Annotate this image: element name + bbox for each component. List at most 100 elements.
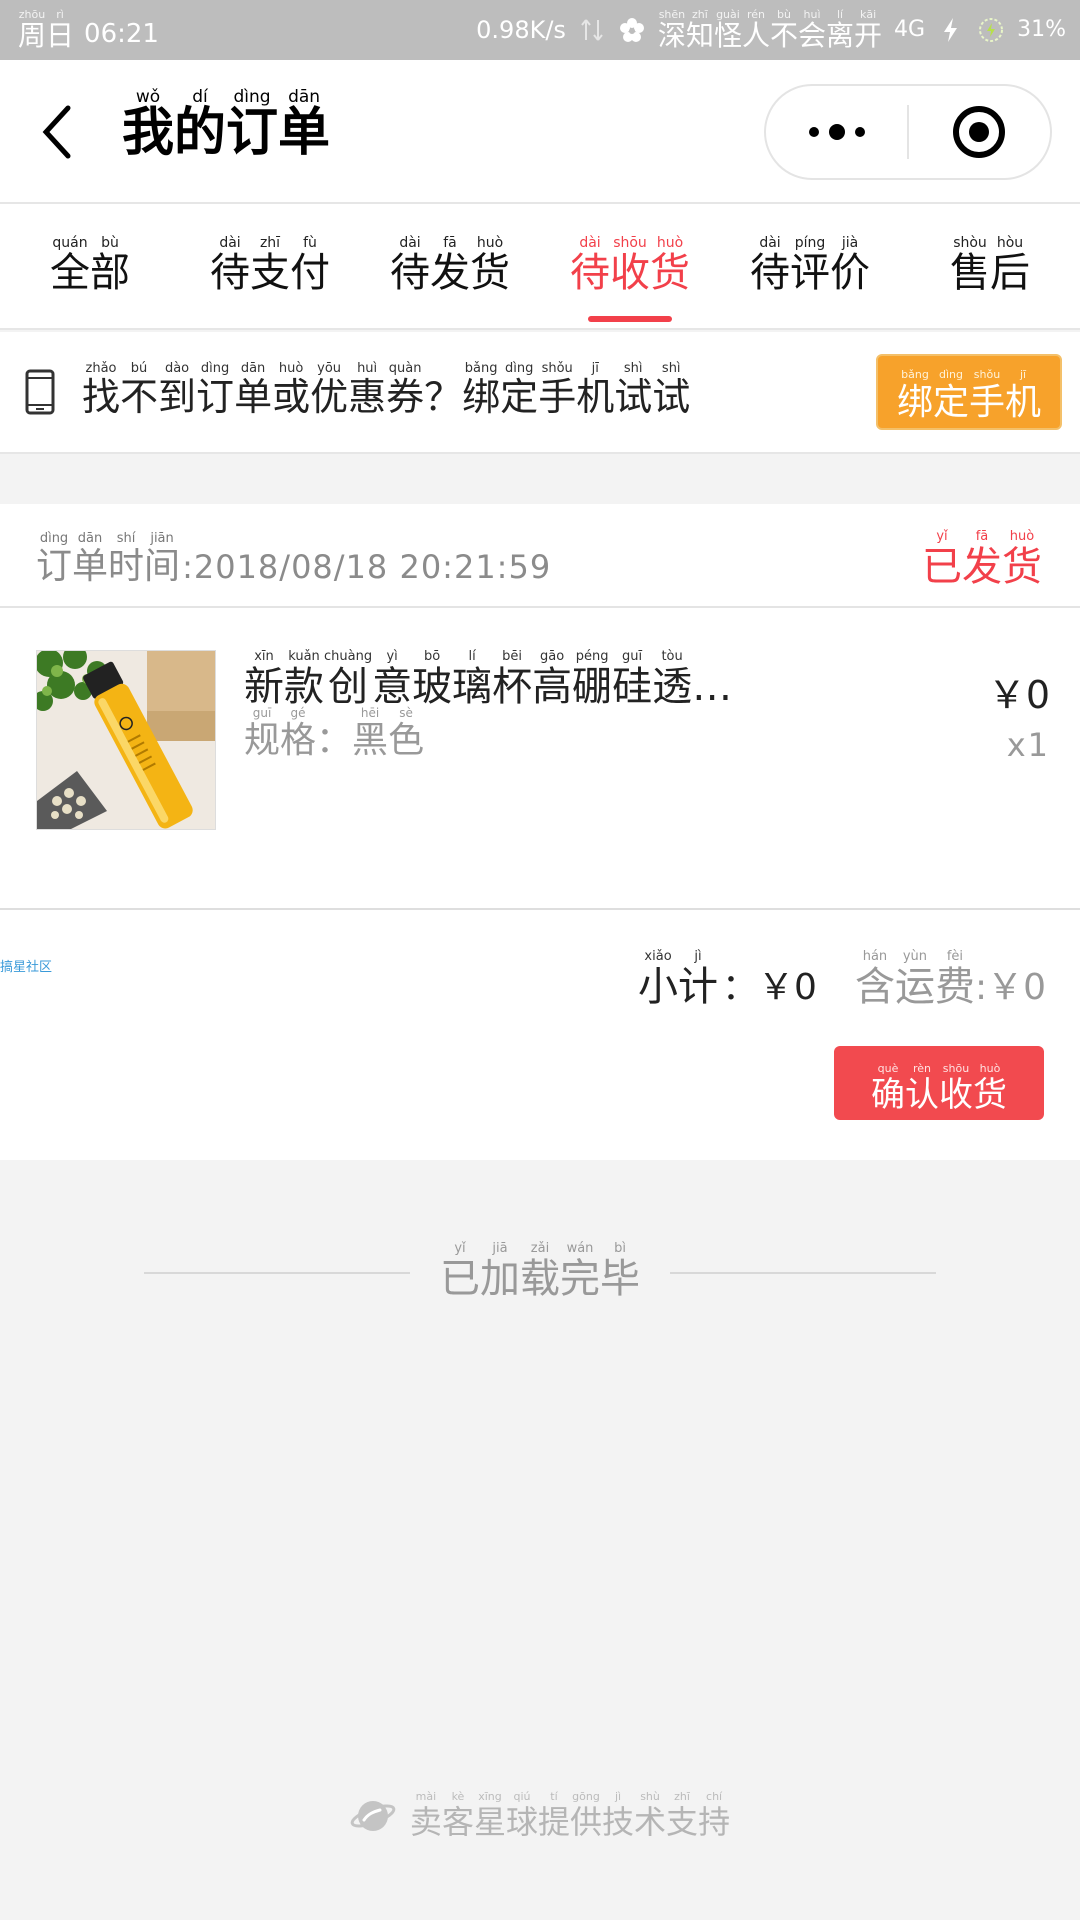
ruby-char: dān 单 bbox=[72, 530, 108, 586]
tab-pending-shipment[interactable]: dài 待 fā 发 huò 货 bbox=[370, 234, 530, 330]
hanzi-char: 试 bbox=[614, 375, 653, 419]
ruby-char: wán 完 bbox=[560, 1240, 600, 1300]
hanzi-char: 订 bbox=[226, 103, 279, 163]
ruby-char: zǎi 载 bbox=[520, 1240, 560, 1300]
product-image[interactable] bbox=[36, 650, 216, 830]
status-day: zhōu 周 rì 日 bbox=[18, 9, 75, 53]
hanzi-char: 加 bbox=[480, 1256, 520, 1302]
hanzi-char: 不 bbox=[120, 375, 159, 419]
hanzi-char: 规 bbox=[244, 720, 281, 761]
hanzi-char: 小 bbox=[638, 964, 679, 1010]
ruby-char: gāo 高 bbox=[532, 648, 572, 708]
more-dots-icon bbox=[808, 124, 865, 140]
hanzi-char: 机 bbox=[576, 375, 615, 419]
hanzi-char: 完 bbox=[560, 1256, 600, 1302]
back-arrow-icon[interactable] bbox=[36, 102, 80, 162]
hanzi-char: 球 bbox=[505, 1803, 538, 1842]
ruby-char: bǎng 绑 bbox=[897, 366, 933, 422]
hanzi-char: 部 bbox=[90, 250, 130, 296]
status-bar: zhōu 周 rì 日 06:21 0.98K/s shēn 深 zhī 知 guài 怪 rén… bbox=[0, 0, 1080, 60]
hanzi-char: 深 bbox=[657, 19, 686, 53]
ruby-char: zhōu 周 bbox=[18, 9, 46, 51]
footer-text: mài 卖 kè 客 xīng 星 qiú 球 tí 提 gōng 供 jì 技 shù 术 zhī 支 chí 持 bbox=[410, 1788, 730, 1840]
ruby-char: gé 格 bbox=[280, 704, 316, 760]
hanzi-char: 手 bbox=[538, 375, 577, 419]
ruby-char: huò 或 bbox=[272, 360, 310, 418]
hanzi-char: 订 bbox=[196, 375, 235, 419]
ruby-char: dài 待 bbox=[210, 234, 250, 330]
bind-phone-button[interactable]: bǎng 绑 dìng 定 shǒu 手 jī 机 bbox=[876, 354, 1062, 430]
ruby-char: jī 机 bbox=[1005, 366, 1041, 422]
page-title: wǒ 我 dí 的 dìng 订 dān 单 bbox=[122, 88, 330, 161]
hanzi-char: 技 bbox=[602, 1803, 635, 1842]
tab-all[interactable]: quán 全 bù 部 bbox=[10, 234, 170, 330]
hanzi-char: 售 bbox=[950, 250, 990, 296]
ruby-char: bō 玻 bbox=[412, 648, 452, 708]
tab-pending-payment[interactable]: dài 待 zhī 支 fù 付 bbox=[190, 234, 350, 330]
hanzi-char: 计 bbox=[678, 964, 719, 1010]
ruby-char: bú 不 bbox=[120, 360, 158, 418]
ruby-char: dí 的 bbox=[174, 88, 226, 161]
ruby-char: dào 到 bbox=[158, 360, 196, 418]
hanzi-char: 单 bbox=[72, 546, 109, 587]
hanzi-char: 费 bbox=[934, 964, 975, 1010]
ruby-char: quán 全 bbox=[50, 234, 90, 330]
ruby-char: lí 离 bbox=[826, 9, 854, 51]
hanzi-char: 价 bbox=[830, 250, 870, 296]
ruby-char: bù 不 bbox=[770, 9, 798, 51]
hanzi-char: 待 bbox=[570, 250, 610, 296]
ruby-char: dìng 订 bbox=[226, 88, 278, 161]
status-time: 06:21 bbox=[84, 18, 159, 49]
ruby-char: zhī 知 bbox=[686, 9, 714, 51]
ruby-char: shòu 售 bbox=[950, 234, 990, 330]
target-circle-icon bbox=[953, 106, 1006, 158]
hanzi-char: 券 bbox=[386, 375, 425, 419]
bind-prompt-text: zhǎo 找 bú 不 dào 到 dìng 订 dān 单 huò 或 yōu 优 huì 惠 quàn 券 ？… bbox=[82, 360, 690, 418]
hanzi-char: 发 bbox=[962, 544, 1002, 590]
hanzi-char: 日 bbox=[46, 19, 75, 53]
hanzi-char: 评 bbox=[790, 250, 830, 296]
ruby-char: dān 单 bbox=[234, 360, 272, 418]
order-tabs: quán 全 bù 部 dài 待 zhī 支 fù 付 dài 待 fā 发 huò 货 dài 待 shō… bbox=[0, 204, 1080, 330]
confirm-receipt-button[interactable]: què 确 rèn 认 shōu 收 huò 货 bbox=[834, 1046, 1044, 1120]
order-item[interactable]: xīn 新 kuǎn 款 chuàng 创 yì 意 bō 玻 lí 璃 bēi 杯 gāo 高 péng 硼 gu… bbox=[0, 610, 1080, 910]
order-footer: 搞星社区 xiǎo 小 jì 计 ：￥0 hán 含 yùn 运 fèi 费 :￥0 què 确 r… bbox=[0, 912, 1080, 1160]
product-name[interactable]: xīn 新 kuǎn 款 chuàng 创 yì 意 bō 玻 lí 璃 bēi 杯 gāo 高 péng 硼 gu… bbox=[244, 648, 732, 708]
ruby-char: jì 技 bbox=[602, 1788, 634, 1840]
order-time: dìng 订 dān 单 shí 时 jiān 间 :2018/08/18 20:21:59 bbox=[36, 530, 551, 586]
hanzi-char: 间 bbox=[144, 546, 181, 587]
ruby-char: dìng 定 bbox=[500, 360, 538, 418]
ruby-char: huò 货 bbox=[470, 234, 510, 330]
hanzi-char: 单 bbox=[234, 375, 273, 419]
order-status-badge: yǐ 已 fā 发 huò 货 bbox=[922, 528, 1042, 588]
hanzi-char: 意 bbox=[372, 664, 413, 710]
ruby-char: què 确 bbox=[871, 1060, 905, 1114]
status-network: 4G bbox=[894, 17, 926, 43]
hanzi-char: 收 bbox=[610, 250, 650, 296]
tab-pending-review[interactable]: dài 待 píng 评 jià 价 bbox=[730, 234, 890, 330]
tab-label: shòu 售 hòu 后 bbox=[950, 234, 1030, 330]
product-price: ￥0 bbox=[987, 673, 1050, 717]
hanzi-char: 会 bbox=[798, 19, 827, 53]
more-button[interactable] bbox=[766, 86, 907, 178]
hanzi-char: 试 bbox=[652, 375, 691, 419]
list-end-indicator: yǐ 已 jiā 加 zǎi 载 wán 完 bì 毕 bbox=[0, 1240, 1080, 1310]
hanzi-char: 定 bbox=[932, 382, 969, 424]
ruby-char: hán 含 bbox=[855, 948, 895, 1008]
hanzi-char: 星 bbox=[473, 1803, 506, 1842]
subtotal-value: ：￥0 bbox=[722, 966, 817, 1008]
hanzi-char: 货 bbox=[1002, 544, 1042, 590]
spec-value: hēi 黑 sè 色 bbox=[352, 704, 424, 760]
ruby-char: bēi 杯 bbox=[492, 648, 532, 708]
ruby-char: dìng 定 bbox=[933, 366, 969, 422]
ruby-char: lí 璃 bbox=[452, 648, 492, 708]
shipping-fee: hán 含 yùn 运 fèi 费 :￥0 bbox=[855, 948, 1046, 1008]
ruby-char: fā 发 bbox=[430, 234, 470, 330]
hanzi-char: 绑 bbox=[896, 382, 933, 424]
ruby-char: shù 术 bbox=[634, 1788, 666, 1840]
hanzi-char: 收 bbox=[939, 1075, 973, 1116]
hanzi-char: 杯 bbox=[492, 664, 533, 710]
hanzi-char: 货 bbox=[470, 250, 510, 296]
tab-after-sales[interactable]: shòu 售 hòu 后 bbox=[910, 234, 1070, 330]
close-miniprogram-button[interactable] bbox=[909, 86, 1050, 178]
